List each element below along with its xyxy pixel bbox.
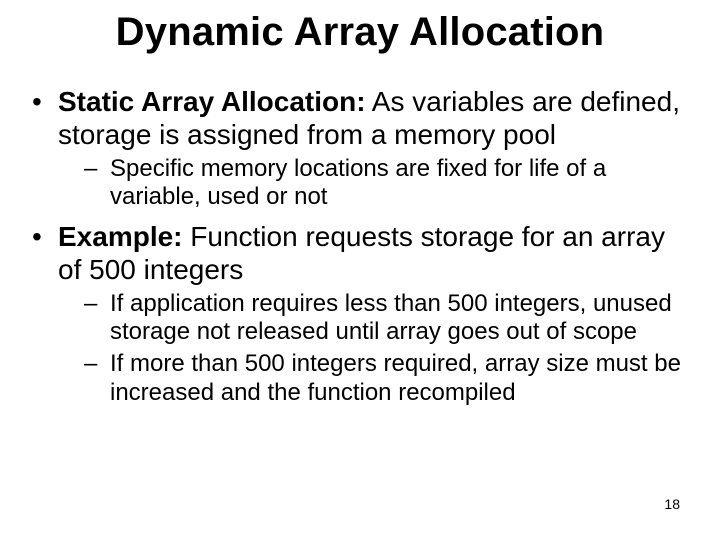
- sub-bullet: If application requires less than 500 in…: [58, 290, 690, 347]
- bullet-sublist: Specific memory locations are fixed for …: [58, 155, 690, 212]
- bullet-static-array: Static Array Allocation: As variables ar…: [30, 85, 690, 212]
- slide: Dynamic Array Allocation Static Array Al…: [0, 0, 720, 540]
- bullet-strong: Static Array Allocation:: [58, 86, 366, 117]
- bullet-sublist: If application requires less than 500 in…: [58, 290, 690, 407]
- page-number: 18: [664, 496, 680, 512]
- bullet-strong: Example:: [58, 221, 183, 252]
- sub-bullet: Specific memory locations are fixed for …: [58, 155, 690, 212]
- bullet-example: Example: Function requests storage for a…: [30, 220, 690, 407]
- slide-body: Static Array Allocation: As variables ar…: [30, 85, 690, 415]
- sub-bullet: If more than 500 integers required, arra…: [58, 350, 690, 407]
- slide-title: Dynamic Array Allocation: [0, 10, 720, 55]
- bullet-list-level1: Static Array Allocation: As variables ar…: [30, 85, 690, 407]
